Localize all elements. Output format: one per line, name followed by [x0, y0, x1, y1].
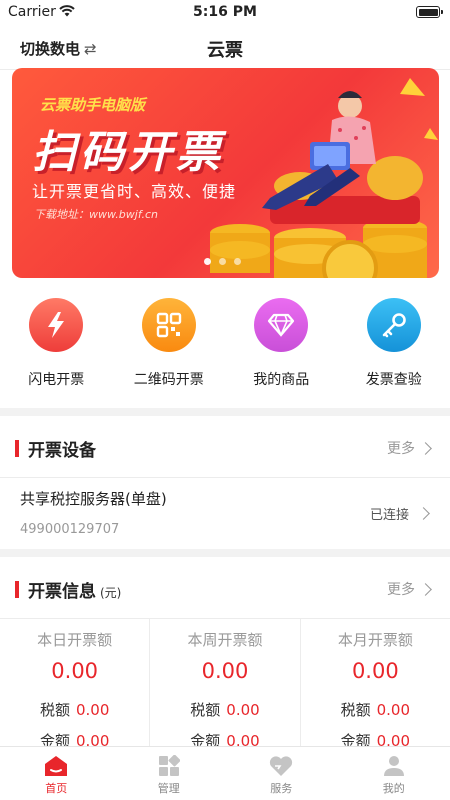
tab-home[interactable]: 首页 [0, 747, 113, 800]
stat-today[interactable]: 本日开票额 0.00 税额 0.00 金额 0.00 [0, 619, 151, 759]
invoice-info-section: 开票信息 (元) 更多 本日开票额 0.00 税额 0.00 金额 0.00 本周开票… [0, 557, 450, 759]
info-more-button[interactable]: 更多 [387, 579, 432, 599]
stat-tax-line: 税额 0.00 [150, 699, 299, 720]
tab-label: 首页 [45, 782, 68, 795]
carousel-dot[interactable] [234, 258, 241, 265]
quick-action-my-products[interactable]: 我的商品 [225, 290, 338, 408]
tab-manage[interactable]: 管理 [113, 747, 226, 800]
battery-icon [416, 6, 443, 18]
banner-area: 云票助手电脑版 扫码开票 让开票更省时、高效、便捷 下载地址：www.bwjf.… [0, 68, 450, 290]
stat-tax-line: 税额 0.00 [0, 699, 149, 720]
qrcode-icon [141, 298, 196, 352]
tax-value: 0.00 [226, 701, 260, 719]
user-icon [383, 756, 404, 776]
stat-label: 本月开票额 [337, 631, 413, 649]
section-marker [15, 581, 19, 598]
section-title: 开票信息 (元) [28, 577, 121, 602]
stat-value: 0.00 [351, 659, 399, 683]
carousel-dots[interactable] [204, 258, 241, 265]
tab-label: 我的 [382, 782, 405, 795]
more-label: 更多 [387, 582, 415, 598]
quick-action-flash-invoice[interactable]: 闪电开票 [0, 290, 113, 408]
home-icon [45, 756, 68, 776]
section-title-text: 开票信息 [28, 582, 96, 602]
quick-action-label: 二维码开票 [133, 372, 204, 388]
status-bar: Carrier 5:16 PM [0, 0, 450, 26]
banner-download-url: 下载地址：www.bwjf.cn [34, 208, 159, 221]
section-unit: (元) [100, 586, 122, 600]
quick-action-label: 发票查验 [365, 372, 422, 388]
quick-action-label: 我的商品 [253, 372, 310, 388]
key-icon [366, 298, 421, 352]
device-more-button[interactable]: 更多 [387, 438, 432, 458]
chevron-right-icon [419, 441, 432, 455]
quick-action-label: 闪电开票 [28, 372, 85, 388]
clock-label: 5:16 PM [193, 4, 257, 20]
device-status: 已连接 [369, 504, 430, 523]
carousel-dot[interactable] [204, 258, 211, 265]
tab-bar: 首页 管理 服务 我的 [0, 746, 450, 800]
grid-icon [158, 755, 180, 776]
quick-action-qrcode-invoice[interactable]: 二维码开票 [113, 290, 226, 408]
tab-service[interactable]: 服务 [225, 747, 338, 800]
invoice-stats: 本日开票额 0.00 税额 0.00 金额 0.00 本周开票额 0.00 税额 0.… [0, 619, 450, 759]
stat-value: 0.00 [51, 659, 99, 683]
banner-brand: 云票助手电脑版 [40, 96, 146, 114]
heart-icon [270, 756, 293, 776]
stat-week[interactable]: 本周开票额 0.00 税额 0.00 金额 0.00 [150, 619, 301, 759]
tax-value: 0.00 [75, 701, 110, 719]
stat-value: 0.00 [201, 659, 249, 683]
stat-label: 本周开票额 [187, 631, 263, 649]
chevron-right-icon [419, 582, 432, 596]
section-title: 开票设备 [28, 441, 96, 461]
tab-label: 服务 [270, 782, 293, 795]
stat-tax-line: 税额 0.00 [301, 699, 450, 720]
device-section: 开票设备 更多 共享税控服务器(单盘) 499000129707 已连接 [0, 416, 450, 549]
banner-headline: 扫码开票 [32, 127, 224, 178]
quick-actions: 闪电开票 二维码开票 我的商品 发票查验 [0, 290, 450, 408]
more-label: 更多 [387, 441, 415, 457]
promo-banner[interactable]: 云票助手电脑版 扫码开票 让开票更省时、高效、便捷 下载地址：www.bwjf.… [12, 68, 439, 278]
section-marker [15, 440, 19, 457]
invoice-info-header: 开票信息 (元) 更多 [0, 557, 450, 619]
page-title: 云票 [207, 40, 243, 61]
nav-bar: 切换数电 ⇄ 云票 [0, 26, 450, 70]
device-row[interactable]: 共享税控服务器(单盘) 499000129707 已连接 [0, 478, 450, 546]
device-id: 499000129707 [20, 522, 120, 537]
banner-illustration [210, 78, 438, 278]
diamond-icon [254, 298, 309, 352]
lightning-icon [29, 298, 84, 352]
tax-label: 税额 [190, 701, 221, 719]
carousel-dot[interactable] [219, 258, 226, 265]
device-status-label: 已连接 [369, 508, 409, 523]
app-screen: Carrier 5:16 PM 切换数电 ⇄ 云票 云票助手电脑版 扫码开票 让… [0, 0, 450, 800]
device-name: 共享税控服务器(单盘) [20, 490, 167, 508]
quick-action-invoice-check[interactable]: 发票查验 [338, 290, 450, 408]
banner-subline: 让开票更省时、高效、便捷 [32, 182, 237, 201]
chevron-right-icon [417, 507, 430, 520]
tax-value: 0.00 [376, 701, 411, 719]
tab-mine[interactable]: 我的 [338, 747, 450, 800]
tax-label: 税额 [39, 701, 70, 719]
device-section-header: 开票设备 更多 [0, 416, 450, 478]
stat-month[interactable]: 本月开票额 0.00 税额 0.00 金额 0.00 [301, 619, 450, 759]
tab-label: 管理 [157, 782, 180, 795]
tax-label: 税额 [340, 701, 371, 719]
stat-label: 本日开票额 [37, 631, 113, 649]
